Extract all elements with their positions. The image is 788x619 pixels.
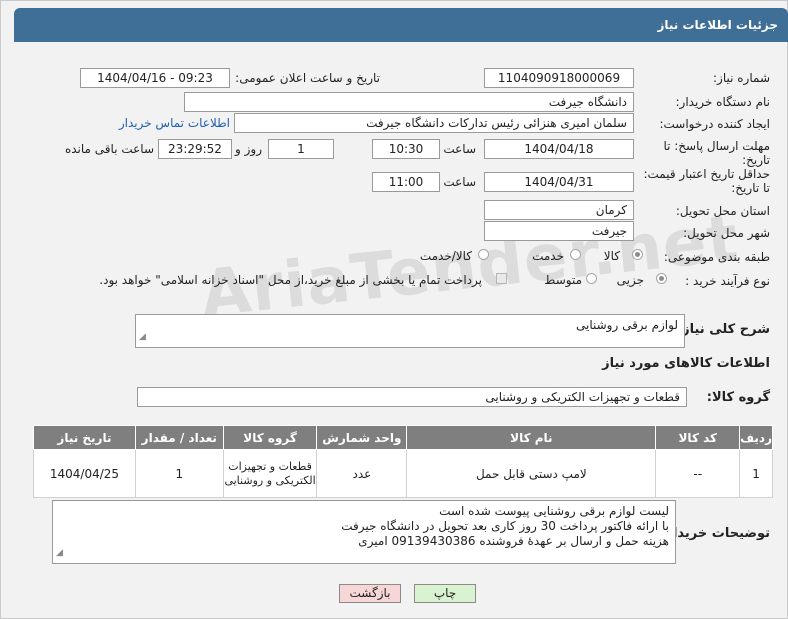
purchase-minor-label: جزیی — [616, 273, 644, 287]
goods-group-label: گروه کالا: — [706, 390, 770, 405]
validity-time-label: ساعت — [443, 175, 476, 189]
cell-quantity: 1 — [134, 449, 224, 498]
buyer-notes-line: هزینه حمل و ارسال بر عهدهٔ فروشنده 09139… — [358, 534, 669, 548]
goods-group-field: قطعات و تجهیزات الکتریکی و روشنایی — [137, 387, 687, 407]
buyer-notes-line: با ارائه فاکتور پرداخت 30 روز کاری بعد ت… — [341, 519, 669, 533]
purchase-type-label: نوع فرآیند خرید : — [685, 274, 770, 288]
creator-label: ایجاد کننده درخواست: — [659, 117, 770, 131]
buyer-contact-link[interactable]: اطلاعات تماس خریدار — [119, 116, 230, 130]
remaining-time-label: ساعت باقی مانده — [64, 142, 154, 156]
buyer-org-label: نام دستگاه خریدار: — [675, 95, 771, 109]
announce-date-field: 1404/04/16 - 09:23 — [80, 68, 230, 88]
description-label: شرح کلی نیاز: — [676, 322, 770, 337]
print-button[interactable]: چاپ — [414, 584, 476, 603]
col-quantity: تعداد / مقدار — [134, 425, 224, 450]
city-label: شهر محل تحویل: — [683, 226, 770, 240]
description-textarea: لوازم برقی روشنایی ◢ — [135, 314, 685, 348]
col-need-date: تاریخ نیاز — [33, 425, 136, 450]
col-row-number: ردیف — [739, 425, 773, 450]
validity-label: حداقل تاریخ اعتبار قیمت: — [643, 167, 770, 181]
buyer-notes-label: توضیحات خریدار: — [660, 526, 770, 541]
province-field: کرمان — [484, 200, 634, 220]
cell-goods-group: قطعات و تجهیزات الکتریکی و روشنایی — [222, 449, 318, 498]
category-both-label: کالا/خدمت — [419, 249, 472, 263]
back-button[interactable]: بازگشت — [339, 584, 401, 603]
goods-info-title: اطلاعات کالاهای مورد نیاز — [602, 356, 770, 371]
col-unit: واحد شمارش — [316, 425, 408, 450]
col-goods-group: گروه کالا — [222, 425, 318, 450]
need-number-label: شماره نیاز: — [713, 71, 770, 85]
table-row: 1 -- لامپ دستی قابل حمل عدد قطعات و تجهی… — [33, 449, 773, 498]
cell-row-number: 1 — [739, 449, 773, 498]
col-goods-code: کد کالا — [655, 425, 741, 450]
category-both-radio[interactable] — [478, 249, 489, 260]
announce-date-label: تاریخ و ساعت اعلان عمومی: — [235, 71, 380, 85]
resize-grip-icon[interactable]: ◢ — [56, 546, 63, 561]
page-title: جزئیات اطلاعات نیاز — [14, 8, 788, 42]
days-label: روز و — [235, 142, 262, 156]
col-goods-name: نام کالا — [406, 425, 657, 450]
deadline-time-label: ساعت — [443, 142, 476, 156]
deadline-label-date: تاریخ: — [742, 153, 770, 167]
category-service-label: خدمت — [532, 249, 564, 263]
cell-goods-code: -- — [655, 449, 741, 498]
resize-grip-icon[interactable]: ◢ — [139, 330, 146, 345]
purchase-minor-radio[interactable] — [656, 273, 667, 284]
description-text: لوازم برقی روشنایی — [575, 318, 678, 332]
cell-need-date: 1404/04/25 — [33, 449, 136, 498]
buyer-notes-line: لیست لوازم برقی روشنایی پیوست شده است — [439, 504, 669, 518]
creator-field: سلمان امیری هنزائی رئیس تدارکات دانشگاه … — [234, 113, 634, 133]
buyer-notes-textarea: لیست لوازم برقی روشنایی پیوست شده است با… — [52, 500, 676, 564]
validity-time-field: 11:00 — [372, 172, 440, 192]
province-label: استان محل تحویل: — [675, 204, 770, 218]
purchase-medium-radio[interactable] — [586, 273, 597, 284]
table-header-row: ردیف کد کالا نام کالا واحد شمارش گروه کا… — [33, 425, 773, 450]
remaining-days-field: 1 — [268, 139, 334, 159]
category-goods-label: کالا — [603, 249, 620, 263]
cell-goods-name: لامپ دستی قابل حمل — [406, 449, 657, 498]
treasury-payment-note: پرداخت تمام یا بخشی از مبلغ خرید،از محل … — [99, 273, 482, 287]
need-number-field: 1104090918000069 — [484, 68, 634, 88]
validity-label-date: تا تاریخ: — [731, 181, 770, 195]
items-table: ردیف کد کالا نام کالا واحد شمارش گروه کا… — [33, 425, 773, 498]
city-field: جیرفت — [484, 221, 634, 241]
deadline-date-field: 1404/04/18 — [484, 139, 634, 159]
cell-unit: عدد — [316, 449, 408, 498]
deadline-label: مهلت ارسال پاسخ: تا — [663, 139, 770, 153]
deadline-time-field: 10:30 — [372, 139, 440, 159]
remaining-time-field: 23:29:52 — [158, 139, 232, 159]
treasury-checkbox[interactable] — [496, 273, 507, 284]
validity-date-field: 1404/04/31 — [484, 172, 634, 192]
purchase-medium-label: متوسط — [544, 273, 582, 287]
buyer-org-field: دانشگاه جیرفت — [184, 92, 634, 112]
category-goods-radio[interactable] — [632, 249, 643, 260]
category-label: طبقه بندی موضوعی: — [663, 250, 770, 264]
category-service-radio[interactable] — [570, 249, 581, 260]
